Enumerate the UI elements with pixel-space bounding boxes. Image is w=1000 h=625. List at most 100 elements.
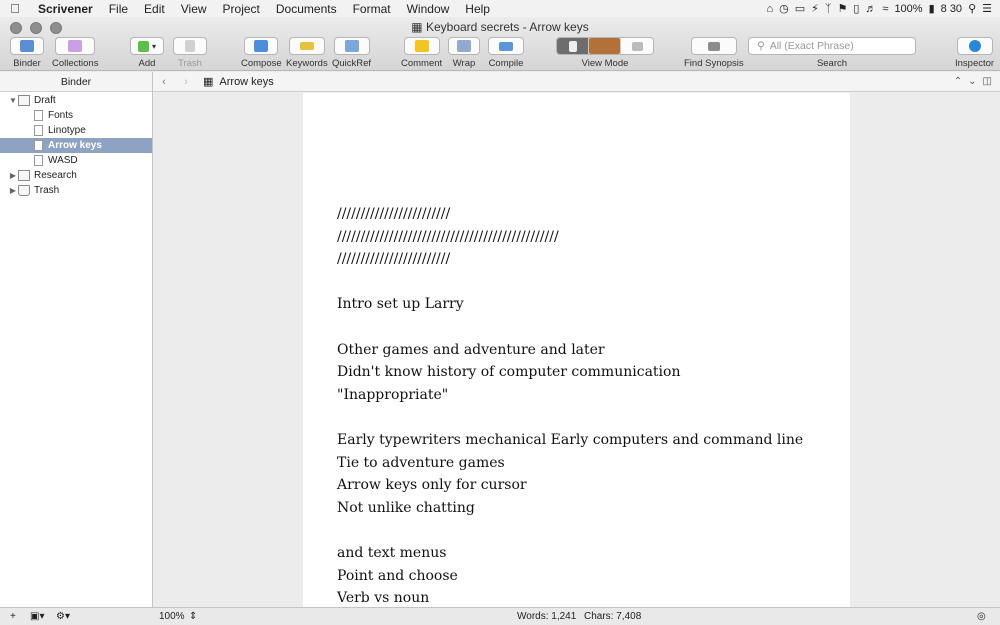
search-input[interactable]: ⚲ All (Exact Phrase) <box>748 37 916 55</box>
volume-icon[interactable]: ♬ <box>865 3 876 15</box>
editor-text[interactable]: //////////////////////// ////////////////… <box>337 203 803 607</box>
editor-line[interactable] <box>337 271 803 294</box>
editor-line[interactable]: Early typewriters mechanical Early compu… <box>337 429 803 452</box>
editor-page[interactable]: //////////////////////// ////////////////… <box>303 93 850 607</box>
flag-icon[interactable]: ⚑ <box>837 2 847 15</box>
binder-item-linotype[interactable]: Linotype <box>0 123 152 138</box>
editor-line[interactable]: Other games and adventure and later <box>337 339 803 362</box>
collections-button[interactable]: Collections <box>52 37 98 69</box>
target-icon[interactable]: ◎ <box>977 611 986 622</box>
editor-line[interactable]: Arrow keys only for cursor <box>337 474 803 497</box>
inspector-button[interactable]: Inspector <box>955 37 994 69</box>
find-synopsis-icon <box>707 41 720 51</box>
chevron-down-icon[interactable]: ⌄ <box>968 76 976 87</box>
binder-item-trash[interactable]: ▶ Trash <box>0 183 152 198</box>
binder-panel: Binder ▼ Draft Fonts Linotype Arrow keys… <box>0 72 153 607</box>
notification-icon[interactable]: ☰ <box>982 2 992 15</box>
view-mode-outline-button[interactable] <box>621 38 653 54</box>
search-icon: ⚲ <box>757 40 765 52</box>
info-icon <box>968 40 981 52</box>
chevron-down-icon: ▾ <box>151 41 156 51</box>
battery-icon[interactable]: ▮ <box>929 2 935 15</box>
menu-project[interactable]: Project <box>215 2 268 16</box>
battery-monitor-icon[interactable]: ▯ <box>853 2 859 15</box>
binder-header: Binder <box>0 72 152 92</box>
editor-line[interactable]: //////////////////////// <box>337 248 803 271</box>
bolt-icon[interactable]: ⚡ <box>811 2 819 15</box>
menu-view[interactable]: View <box>173 2 215 16</box>
corkboard-icon <box>589 38 620 54</box>
editor-line[interactable]: Intro set up Larry <box>337 293 803 316</box>
editor-line[interactable] <box>337 406 803 429</box>
clock-icon[interactable]: ◷ <box>779 2 789 15</box>
zoom-level[interactable]: 100% <box>159 611 185 622</box>
bluetooth-icon[interactable]: ᛉ <box>825 3 832 15</box>
binder-item-draft[interactable]: ▼ Draft <box>0 93 152 108</box>
compile-button[interactable]: Compile <box>488 37 524 69</box>
comment-icon <box>414 40 429 52</box>
menu-bar:  Scrivener File Edit View Project Docum… <box>0 0 1000 17</box>
wrap-button[interactable]: Wrap <box>448 37 480 69</box>
keywords-button[interactable]: Keywords <box>286 37 328 69</box>
add-button[interactable]: ▾ Add <box>130 37 164 69</box>
editor-line[interactable]: Point and choose <box>337 565 803 588</box>
spotlight-icon[interactable]: ⚲ <box>968 2 976 15</box>
editor-line[interactable]: and text menus <box>337 542 803 565</box>
menu-file[interactable]: File <box>101 2 136 16</box>
key-icon <box>299 42 314 50</box>
binder-button[interactable]: Binder <box>10 37 44 69</box>
binder-item-fonts[interactable]: Fonts <box>0 108 152 123</box>
binder-item-research[interactable]: ▶ Research <box>0 168 152 183</box>
comment-button[interactable]: Comment <box>401 37 442 69</box>
editor-line[interactable]: Didn't know history of computer communic… <box>337 361 803 384</box>
editor-line[interactable] <box>337 519 803 542</box>
gear-icon[interactable]: ⚙▾ <box>56 611 70 622</box>
editor-line[interactable] <box>337 316 803 339</box>
clock-time[interactable]: 8 30 <box>941 3 962 15</box>
compose-button[interactable]: Compose <box>241 37 282 69</box>
word-count: Words: 1,241 <box>517 611 577 622</box>
back-arrow-icon[interactable]: ‹ <box>153 76 175 88</box>
forward-arrow-icon[interactable]: › <box>175 76 197 88</box>
char-count: Chars: 7,408 <box>584 611 642 622</box>
disclosure-triangle-closed-icon[interactable]: ▶ <box>8 186 18 195</box>
editor-line[interactable]: Tie to adventure games <box>337 452 803 475</box>
editor-line[interactable]: ////////////////////////////////////////… <box>337 226 803 249</box>
split-editor-icon[interactable]: ◫ <box>983 76 992 87</box>
airplay-icon[interactable]: ▭ <box>795 2 805 15</box>
disclosure-triangle-closed-icon[interactable]: ▶ <box>8 171 18 180</box>
editor-line[interactable]: //////////////////////// <box>337 203 803 226</box>
apple-icon[interactable]:  <box>0 1 30 16</box>
wifi-icon[interactable]: ≈ <box>882 3 888 15</box>
editor-line[interactable]: Verb vs noun <box>337 587 803 607</box>
binder-item-arrow-keys[interactable]: Arrow keys <box>0 138 152 153</box>
battery-percent[interactable]: 100% <box>894 3 922 15</box>
view-mode-corkboard-button[interactable] <box>589 38 621 54</box>
add-folder-icon[interactable]: ▣▾ <box>30 611 44 622</box>
zoom-stepper-icon[interactable]: ⇕ <box>189 611 197 622</box>
trash-folder-icon <box>18 185 30 196</box>
document-icon <box>34 140 43 151</box>
trash-button[interactable]: Trash <box>173 37 207 69</box>
find-synopsis-button[interactable]: Find Synopsis <box>684 37 744 69</box>
menu-edit[interactable]: Edit <box>136 2 173 16</box>
quickref-button[interactable]: QuickRef <box>332 37 371 69</box>
search-control: ⚲ All (Exact Phrase) Search <box>748 37 916 69</box>
menu-documents[interactable]: Documents <box>268 2 345 16</box>
chevron-up-icon[interactable]: ⌃ <box>954 76 962 87</box>
add-document-icon[interactable]: + <box>10 611 16 622</box>
menu-app[interactable]: Scrivener <box>30 2 101 16</box>
editor-document-title[interactable]: Arrow keys <box>219 76 273 88</box>
menu-window[interactable]: Window <box>399 2 458 16</box>
binder-icon <box>20 40 34 52</box>
menu-format[interactable]: Format <box>345 2 399 16</box>
view-mode-document-button[interactable] <box>557 38 589 54</box>
binder-item-wasd[interactable]: WASD <box>0 153 152 168</box>
toolbar: Binder Collections ▾ Add Trash Compose K… <box>0 37 1000 71</box>
editor-line[interactable]: Not unlike chatting <box>337 497 803 520</box>
trash-icon <box>185 40 195 52</box>
menu-help[interactable]: Help <box>457 2 498 16</box>
disclosure-triangle-open-icon[interactable]: ▼ <box>8 96 18 105</box>
home-icon[interactable]: ⌂ <box>766 3 773 15</box>
editor-line[interactable]: "Inappropriate" <box>337 384 803 407</box>
